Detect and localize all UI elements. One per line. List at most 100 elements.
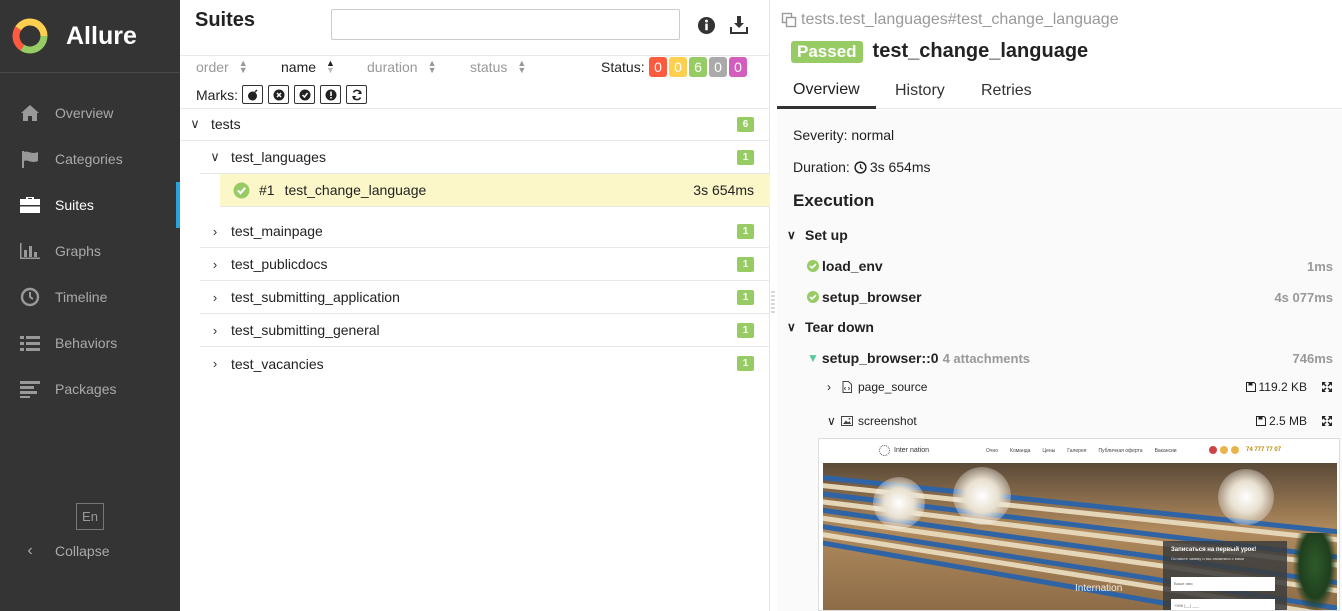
attachments-count: 4 attachments <box>942 350 1031 366</box>
chevron-right-icon: › <box>212 256 218 272</box>
sidebar-nav: Overview Categories Suites Graphs Timeli… <box>0 90 180 412</box>
attachment-size: 119.2 KB <box>1245 380 1307 394</box>
marks-filter: Marks: <box>196 85 372 104</box>
count-badge: 1 <box>737 290 754 305</box>
test-row-selected[interactable]: #1 test_change_language 3s 654ms <box>220 174 770 207</box>
info-icon[interactable] <box>697 16 716 35</box>
mark-new-passed-button[interactable] <box>294 85 315 104</box>
detail-tabs: Overview History Retries <box>777 73 1342 109</box>
tree-node-label: tests <box>211 116 241 132</box>
sort-duration[interactable]: duration ▲ ▼ <box>367 58 437 76</box>
screenshot-form-field: Ваше имя <box>1171 577 1275 591</box>
test-path[interactable]: tests.test_languages#test_change_languag… <box>781 11 1119 29</box>
screenshot-lang-dots <box>1209 446 1239 454</box>
home-icon <box>18 103 42 123</box>
attachment-name: screenshot <box>858 414 917 428</box>
sidebar-item-behaviors[interactable]: Behaviors <box>0 320 180 366</box>
sidebar-item-packages[interactable]: Packages <box>0 366 180 412</box>
count-badge: 1 <box>737 356 754 371</box>
expand-icon[interactable] <box>1321 415 1333 427</box>
sort-bar: order ▲ ▼ name ▲ ▼ duration ▲ ▼ status ▲ ▼ S… <box>180 57 770 77</box>
language-button[interactable]: En <box>76 503 104 530</box>
teardown-section[interactable]: ∨ Tear down <box>787 319 874 335</box>
status-chip-passed[interactable]: 6 <box>689 57 707 77</box>
mark-new-failed-button[interactable] <box>268 85 289 104</box>
tree-node-tests[interactable]: ∨ tests 6 <box>180 108 770 141</box>
attachment-size-value: 119.2 KB <box>1258 380 1307 394</box>
tab-retries[interactable]: Retries <box>965 73 1048 109</box>
status-chip-broken[interactable]: 0 <box>669 57 687 77</box>
sort-name[interactable]: name ▲ ▼ <box>281 59 335 76</box>
brand-name: Allure <box>66 21 137 50</box>
sidebar-item-graphs[interactable]: Graphs <box>0 228 180 274</box>
status-chip-failed[interactable]: 0 <box>649 57 667 77</box>
tree-node-test-submitting-application[interactable]: › test_submitting_application 1 <box>200 281 770 314</box>
step-setup-browser[interactable]: setup_browser 4s 077ms <box>807 289 1333 305</box>
duration-value: 3s 654ms <box>869 159 931 175</box>
screenshot-preview[interactable]: Inter nation Очно Команда Цены Галерея П… <box>818 438 1340 611</box>
step-load-env[interactable]: load_env 1ms <box>807 258 1333 274</box>
mark-flaky-button[interactable] <box>242 85 263 104</box>
sort-order[interactable]: order ▲ ▼ <box>196 58 248 76</box>
tree-node-test-submitting-general[interactable]: › test_submitting_general 1 <box>200 314 770 347</box>
search-input[interactable] <box>331 9 680 40</box>
sidebar-item-label: Behaviors <box>55 335 118 351</box>
setup-section[interactable]: ∨ Set up <box>787 227 848 243</box>
clock-icon <box>854 160 867 174</box>
check-circle-icon <box>233 182 250 198</box>
test-duration: 3s 654ms <box>693 182 754 198</box>
mark-retries-button[interactable] <box>346 85 367 104</box>
step-setup-browser-teardown[interactable]: ▼ setup_browser::0 4 attachments 746ms <box>807 350 1333 366</box>
sidebar-item-overview[interactable]: Overview <box>0 90 180 136</box>
mark-new-broken-button[interactable] <box>320 85 341 104</box>
exclamation-circle-icon <box>325 89 336 100</box>
marks-label: Marks: <box>196 86 238 103</box>
screenshot-logo-text: Inter nation <box>894 447 930 454</box>
tab-history[interactable]: History <box>879 73 961 109</box>
status-chip-unknown[interactable]: 0 <box>729 57 747 77</box>
collapse-button[interactable]: ‹ Collapse <box>18 542 109 560</box>
sidebar-item-timeline[interactable]: Timeline <box>0 274 180 320</box>
screenshot-hero-image: Записаться на первый урок! Оставьте заяв… <box>823 463 1337 610</box>
sidebar-item-suites[interactable]: Suites <box>0 182 180 228</box>
chevron-down-icon: ∨ <box>787 320 796 334</box>
tree-node-test-vacancies[interactable]: › test_vacancies 1 <box>200 347 770 380</box>
sort-status[interactable]: status ▲ ▼ <box>470 59 526 76</box>
screenshot-form-field: +998 (__) ___ <box>1171 599 1275 610</box>
chevron-down-icon: ▼ <box>807 351 819 365</box>
clock-icon <box>18 287 42 307</box>
status-chip-skipped[interactable]: 0 <box>709 57 727 77</box>
download-icon[interactable] <box>729 15 749 35</box>
screenshot-form-sub: Оставьте заявку и мы свяжемся с вами <box>1171 556 1245 561</box>
attachment-page-source[interactable]: › page_source 119.2 KB <box>827 380 1333 394</box>
sort-icon: ▲ ▼ <box>427 58 437 75</box>
screenshot-nav-item: Цены <box>1042 448 1056 454</box>
chevron-down-icon: ∨ <box>787 228 796 242</box>
step-name: setup_browser <box>822 289 922 305</box>
tree-node-test-languages[interactable]: ∨ test_languages 1 <box>200 141 770 174</box>
expand-icon[interactable] <box>1321 381 1333 393</box>
pane-splitter[interactable] <box>771 290 775 316</box>
count-badge: 1 <box>737 224 754 239</box>
page-title: Suites <box>195 9 256 31</box>
sidebar-item-categories[interactable]: Categories <box>0 136 180 182</box>
tree-node-test-publicdocs[interactable]: › test_publicdocs 1 <box>200 248 770 281</box>
sidebar-item-label: Overview <box>55 105 114 121</box>
brand[interactable]: Allure <box>0 0 180 73</box>
sort-order-label: order <box>196 59 229 75</box>
screenshot-nav-item: Публичная оферта <box>1098 448 1143 454</box>
screenshot-nav-item: Команда <box>1010 448 1031 454</box>
sidebar-item-label: Packages <box>55 381 117 397</box>
site-logo-icon <box>879 445 890 456</box>
check-circle-icon <box>807 291 819 303</box>
bomb-icon <box>247 88 258 100</box>
check-circle-icon <box>299 89 310 100</box>
screenshot-nav-item: Галерея <box>1067 448 1087 454</box>
tab-overview[interactable]: Overview <box>777 73 876 109</box>
sidebar-item-label: Timeline <box>55 289 108 305</box>
tree-node-test-mainpage[interactable]: › test_mainpage 1 <box>200 215 770 248</box>
screenshot-plant <box>1293 533 1337 610</box>
attachment-screenshot[interactable]: ∨ screenshot 2.5 MB <box>827 414 1333 428</box>
chevron-right-icon: › <box>212 289 218 305</box>
sort-icon: ▲ ▼ <box>238 58 248 75</box>
